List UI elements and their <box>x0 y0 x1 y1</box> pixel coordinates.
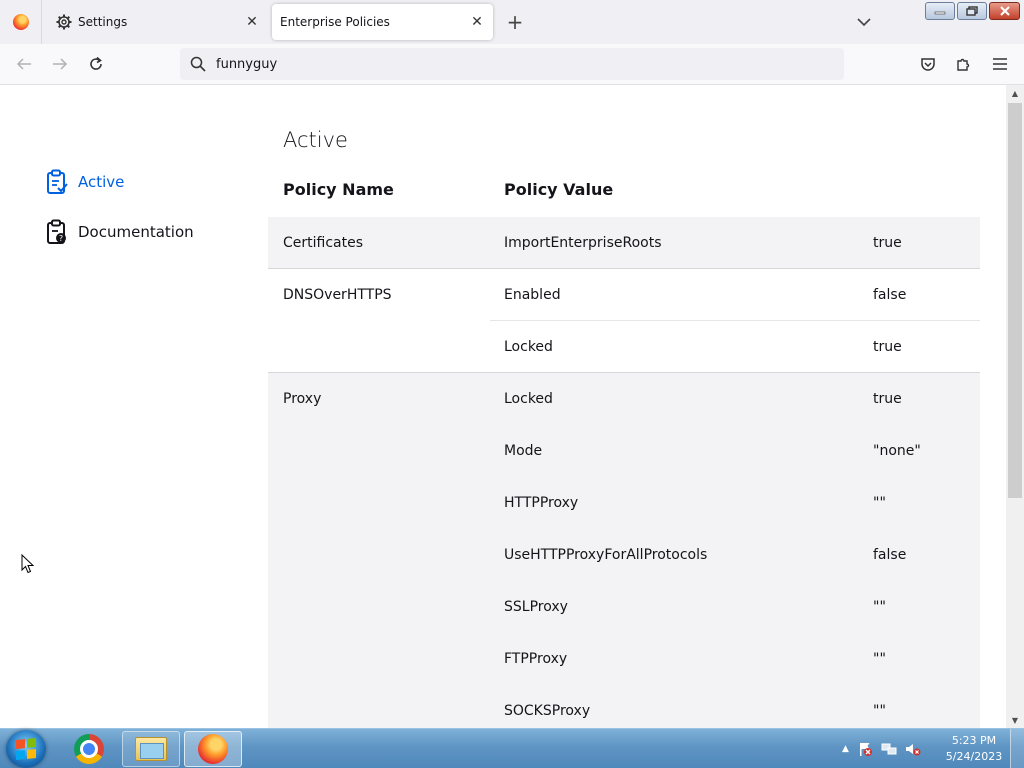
policy-value: true <box>873 339 902 355</box>
action-center-flag-icon[interactable] <box>857 741 873 757</box>
policy-key: Mode <box>504 443 543 459</box>
taskbar-firefox-button[interactable] <box>184 731 242 767</box>
arrow-left-icon <box>16 58 31 70</box>
policy-table: Certificates ImportEnterpriseRoots true … <box>268 217 980 737</box>
minimize-icon <box>934 11 946 15</box>
policy-key: Locked <box>504 391 553 407</box>
table-row: Mode "none" <box>268 425 980 477</box>
sidebar-item-documentation[interactable]: ? Documentation <box>46 218 194 246</box>
vertical-scrollbar[interactable]: ▲ ▼ <box>1006 85 1024 728</box>
table-row: Locked true <box>268 321 980 373</box>
policy-value: true <box>873 391 902 407</box>
mouse-pointer-icon <box>21 554 35 574</box>
restore-button[interactable] <box>957 2 987 20</box>
close-tab-icon[interactable]: ✕ <box>240 10 264 34</box>
chevron-down-icon <box>857 18 871 27</box>
list-all-tabs-button[interactable] <box>852 10 876 34</box>
policy-key: UseHTTPProxyForAllProtocols <box>504 547 708 563</box>
reload-button[interactable] <box>82 50 110 78</box>
policy-value: false <box>873 287 907 303</box>
extensions-button[interactable] <box>950 50 978 78</box>
system-clock[interactable]: 5:23 PM 5/24/2023 <box>944 733 1004 765</box>
restore-icon <box>966 6 978 16</box>
tab-title: Enterprise Policies <box>280 15 390 29</box>
policy-key: HTTPProxy <box>504 495 579 511</box>
firefox-logo-icon <box>12 14 29 30</box>
url-text[interactable]: funnyguy <box>216 57 277 72</box>
arrow-right-icon <box>53 58 68 70</box>
clock-date: 5/24/2023 <box>945 750 1003 763</box>
table-row: Certificates ImportEnterpriseRoots true <box>268 217 980 269</box>
clipboard-check-icon <box>47 169 68 194</box>
gear-icon <box>56 14 72 30</box>
column-header-policy-name: Policy Name <box>283 180 394 199</box>
pocket-button[interactable] <box>914 50 942 78</box>
reload-icon <box>90 56 102 70</box>
policy-value: true <box>873 235 902 251</box>
system-tray: ▲ <box>842 735 921 763</box>
table-row: HTTPProxy "" <box>268 477 980 529</box>
search-icon <box>190 56 206 72</box>
tab-enterprise-policies[interactable]: Enterprise Policies ✕ <box>272 4 493 40</box>
taskbar-chrome-button[interactable] <box>60 731 118 767</box>
app-menu-button[interactable] <box>986 50 1014 78</box>
svg-text:?: ? <box>59 234 63 243</box>
policy-key: FTPProxy <box>504 651 568 667</box>
policy-value: false <box>873 547 907 563</box>
scroll-down-arrow-icon[interactable]: ▼ <box>1006 712 1024 728</box>
scroll-up-arrow-icon[interactable]: ▲ <box>1006 85 1024 101</box>
policy-value: "" <box>873 599 886 615</box>
close-window-button[interactable] <box>989 2 1020 20</box>
close-tab-icon[interactable]: ✕ <box>465 10 489 34</box>
policy-key: Locked <box>504 339 553 355</box>
show-desktop-button[interactable] <box>1010 729 1024 768</box>
policy-name: Proxy <box>283 391 322 407</box>
tab-strip: Settings ✕ Enterprise Policies ✕ + <box>0 0 1024 44</box>
back-button[interactable] <box>10 50 38 78</box>
network-icon[interactable] <box>881 741 897 757</box>
policy-value: "" <box>873 651 886 667</box>
new-tab-button[interactable]: + <box>503 10 527 34</box>
windows-logo-icon <box>16 737 36 761</box>
forward-button[interactable] <box>46 50 74 78</box>
hamburger-menu-icon <box>993 58 1007 70</box>
folder-icon <box>135 737 167 761</box>
tab-title: Settings <box>78 15 128 29</box>
sidebar-item-label: Documentation <box>78 223 194 241</box>
url-bar[interactable]: funnyguy <box>180 48 844 80</box>
scrollbar-thumb[interactable] <box>1008 103 1022 498</box>
column-header-policy-value: Policy Value <box>504 180 614 199</box>
volume-muted-icon[interactable] <box>905 741 921 757</box>
navigation-toolbar: funnyguy <box>0 44 1024 85</box>
minimize-button[interactable] <box>925 2 955 20</box>
clipboard-help-icon: ? <box>47 219 66 244</box>
puzzle-piece-icon <box>957 58 970 71</box>
policy-key: Enabled <box>504 287 561 303</box>
table-row: DNSOverHTTPS Enabled false <box>268 269 980 321</box>
clock-time: 5:23 PM <box>951 734 997 747</box>
policy-name: Certificates <box>283 235 364 251</box>
taskbar-explorer-button[interactable] <box>122 731 180 767</box>
firefox-logo-icon <box>198 734 228 764</box>
tab-settings[interactable]: Settings ✕ <box>44 4 268 40</box>
table-row: FTPProxy "" <box>268 633 980 685</box>
policy-value: "" <box>873 495 886 511</box>
taskbar: ▲ 5:23 PM 5/24/2023 <box>0 728 1024 768</box>
table-row: Proxy Locked true <box>268 373 980 425</box>
policy-name: DNSOverHTTPS <box>283 287 392 303</box>
sidebar-item-label: Active <box>78 173 125 191</box>
policy-key: ImportEnterpriseRoots <box>504 235 662 251</box>
policy-value: "none" <box>873 443 921 459</box>
firefox-view-button[interactable] <box>0 0 42 44</box>
table-row: SSLProxy "" <box>268 581 980 633</box>
page-title: Active <box>283 128 348 152</box>
sidebar-item-active[interactable]: Active <box>46 168 124 196</box>
table-row: UseHTTPProxyForAllProtocols false <box>268 529 980 581</box>
show-hidden-icons-icon[interactable]: ▲ <box>842 744 849 754</box>
chrome-logo-icon <box>74 734 104 764</box>
close-icon <box>999 6 1010 16</box>
start-button[interactable] <box>6 730 46 768</box>
pocket-icon <box>921 58 935 71</box>
policy-key: SSLProxy <box>504 599 568 615</box>
